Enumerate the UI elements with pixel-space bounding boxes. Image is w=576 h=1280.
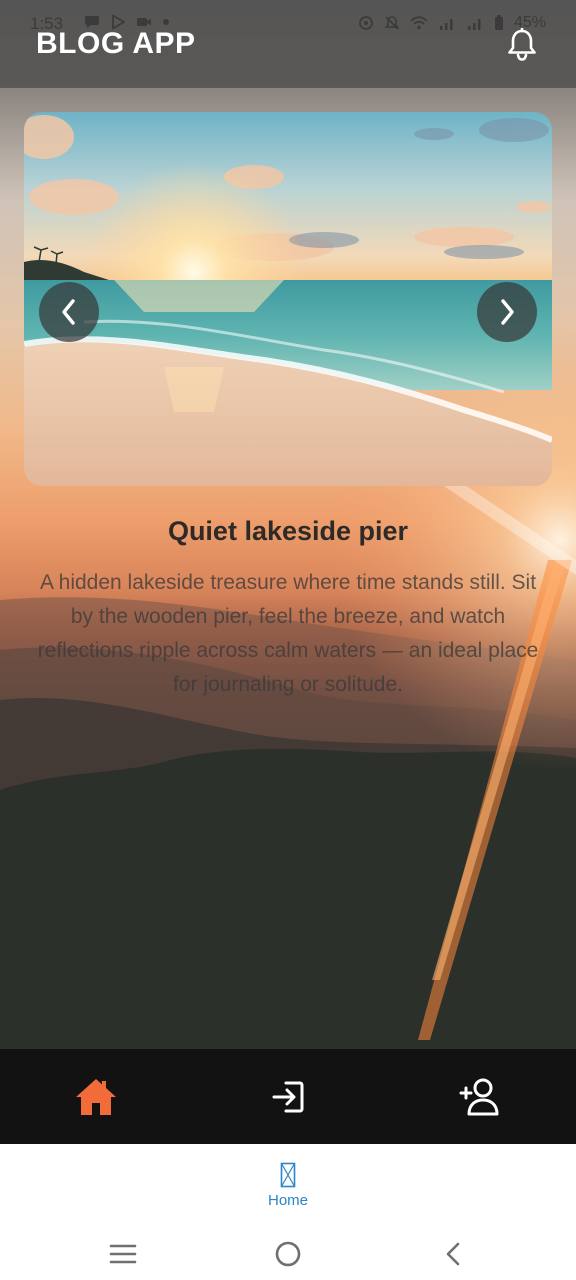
nav-signup-button[interactable] (456, 1073, 504, 1121)
notification-icons (84, 14, 170, 30)
nav-home-button[interactable] (72, 1073, 120, 1121)
recents-icon (109, 1244, 137, 1264)
status-time: 1:53 (30, 14, 64, 33)
video-icon (137, 18, 151, 26)
status-bar: 1:53 45% (0, 0, 576, 44)
signal-icon (439, 19, 453, 30)
recents-button[interactable] (103, 1234, 143, 1274)
post-carousel-image[interactable] (24, 112, 552, 486)
play-store-icon (112, 14, 125, 30)
mute-icon (384, 16, 400, 30)
tab-home-label: Home (267, 1192, 308, 1209)
signal-icon-2 (467, 19, 481, 30)
carousel-prev-button[interactable] (39, 282, 99, 342)
circle-home-icon (275, 1241, 301, 1267)
system-back-button[interactable] (433, 1234, 473, 1274)
post-body: A hidden lakeside treasure where time st… (37, 571, 539, 696)
dot-icon (163, 19, 169, 25)
carousel-next-button[interactable] (477, 282, 537, 342)
post-title: Quiet lakeside pier (167, 516, 409, 546)
chevron-right-icon (501, 299, 514, 325)
image-placeholder-icon (280, 1162, 296, 1188)
back-icon (446, 1242, 460, 1266)
nav-login-button[interactable] (264, 1073, 312, 1121)
chat-icon (85, 16, 99, 28)
wifi-icon (410, 16, 428, 30)
home-icon (76, 1079, 116, 1115)
login-icon (272, 1081, 304, 1113)
tab-home[interactable]: Home (248, 1162, 328, 1218)
system-status-icons: 45% (358, 14, 546, 32)
app-bottom-nav (0, 1049, 576, 1144)
battery-icon (494, 15, 503, 30)
add-user-icon (459, 1078, 499, 1116)
chevron-left-icon (62, 299, 75, 325)
tab-bar: Home (0, 1144, 576, 1224)
system-home-button[interactable] (268, 1234, 308, 1274)
battery-percent: 45% (513, 14, 546, 31)
system-nav-bar (0, 1224, 576, 1280)
data-saver-icon (359, 16, 373, 30)
